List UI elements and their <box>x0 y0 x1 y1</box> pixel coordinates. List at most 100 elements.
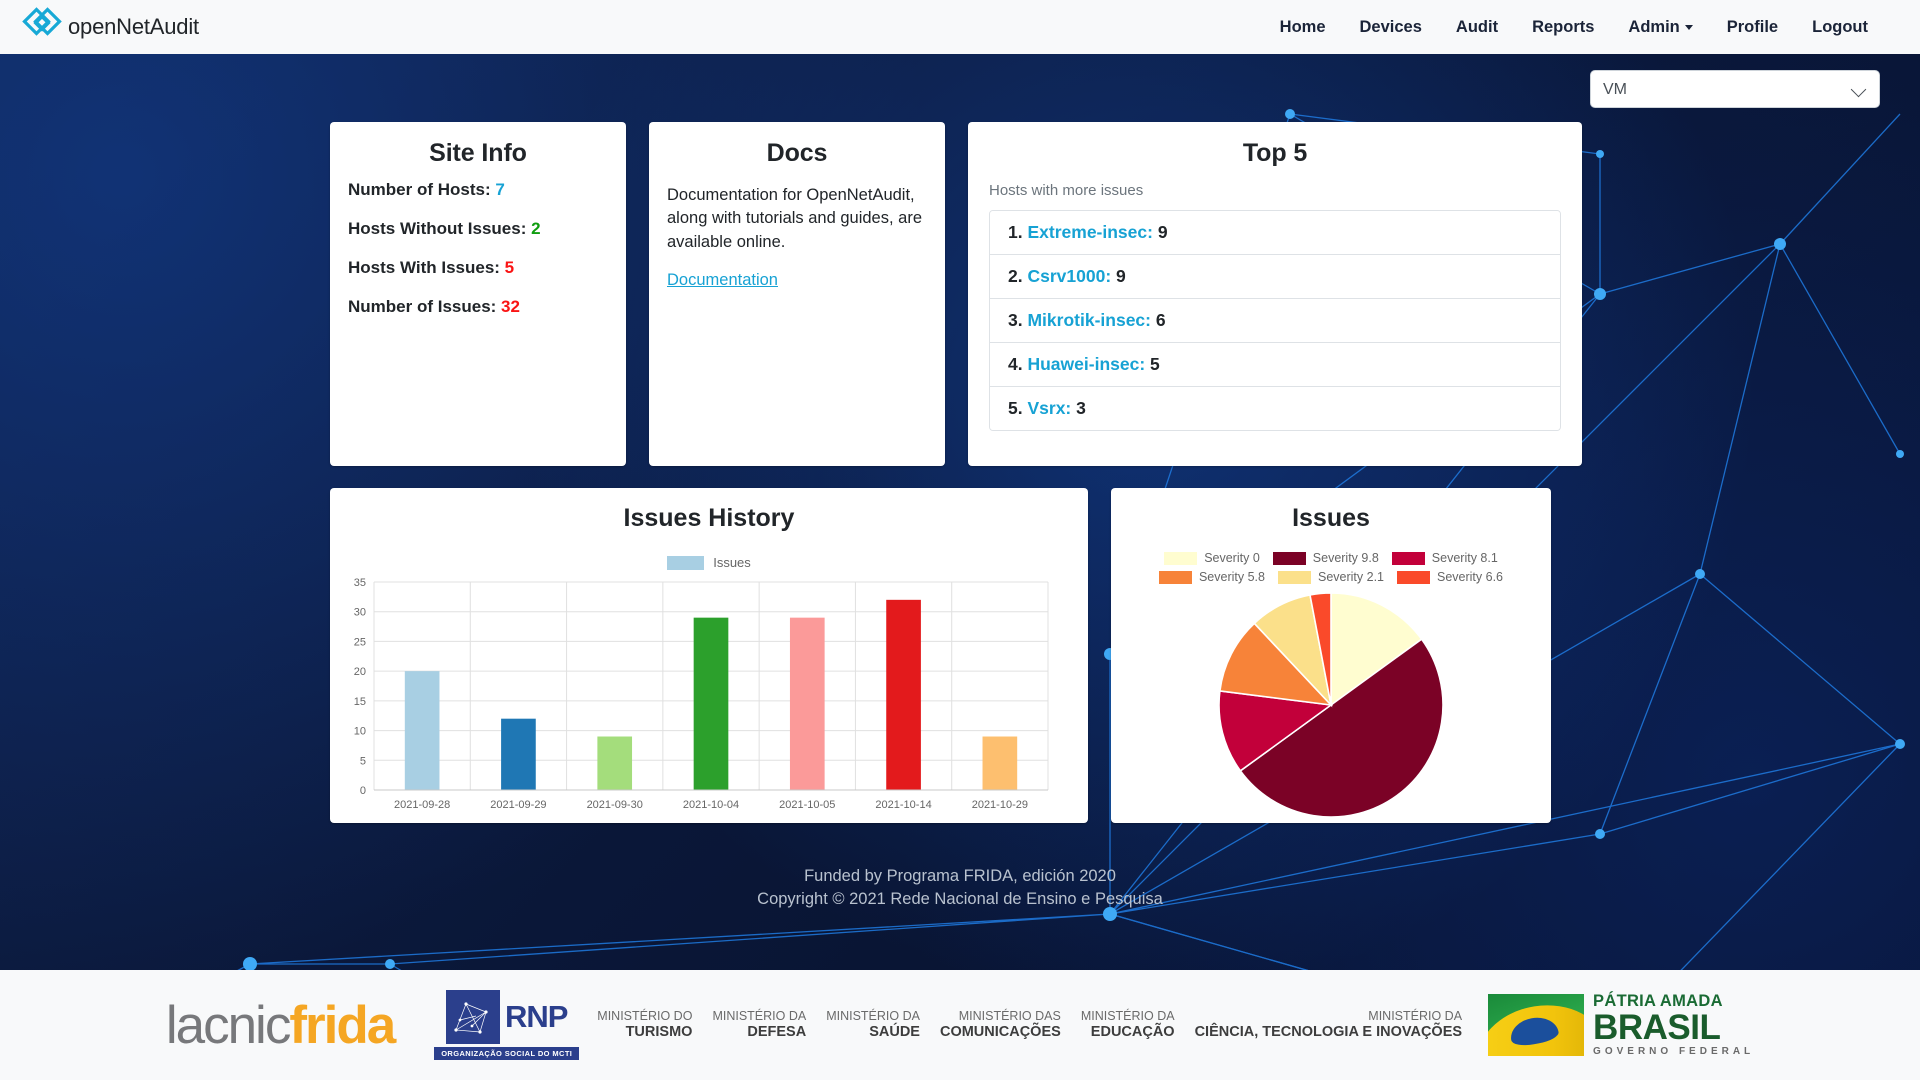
lacnic-wordmark: lacnic <box>165 995 292 1055</box>
svg-text:5: 5 <box>360 755 366 767</box>
issues-pie-title: Issues <box>1292 504 1370 532</box>
top5-list: 1. Extreme-insec: 9 2. Csrv1000: 9 3. Mi… <box>989 210 1561 431</box>
issues-pie-chart[interactable] <box>1216 590 1446 820</box>
bar[interactable] <box>789 617 825 790</box>
site-info-value-hosts-with-issues: 5 <box>504 258 515 277</box>
nav-link-logout[interactable]: Logout <box>1812 18 1868 37</box>
footer-logo-bar: lacnicfrida RNP ORGANIZAÇÃO SOCIAL DO MC… <box>0 970 1920 1080</box>
ministry-line1: MINISTÉRIO DA <box>712 1009 807 1024</box>
site-info-label-hosts-without-issues: Hosts Without Issues: <box>348 219 527 238</box>
list-item[interactable]: 4. Huawei-insec: 5 <box>990 343 1560 387</box>
ministry-line2: DEFESA <box>747 1023 807 1040</box>
nav-link-profile[interactable]: Profile <box>1727 18 1778 37</box>
svg-text:25: 25 <box>354 636 366 648</box>
footer-copyright-line: Copyright © 2021 Rede Nacional de Ensino… <box>757 889 1163 908</box>
legend-label: Severity 8.1 <box>1431 551 1498 565</box>
svg-text:15: 15 <box>354 696 366 708</box>
ministry-line1: MINISTÉRIO DA <box>826 1009 920 1024</box>
legend-item-severity-58: Severity 5.8 <box>1158 570 1265 584</box>
ministry-educacao: MINISTÉRIO DA EDUCAÇÃO <box>1081 1009 1175 1041</box>
top5-host-link[interactable]: Huawei-insec: <box>1027 354 1145 374</box>
site-info-value-hosts-without-issues: 2 <box>531 219 541 238</box>
top-navbar: openNetAudit Home Devices Audit Reports … <box>0 0 1920 54</box>
svg-text:2021-09-30: 2021-09-30 <box>587 799 643 811</box>
cards-row-bottom: Issues History Issues 0 5 10 15 20 25 30 35 2021… <box>330 488 1590 823</box>
list-item[interactable]: 1. Extreme-insec: 9 <box>990 211 1560 255</box>
site-info-value-hosts: 7 <box>495 180 505 199</box>
brazil-flag-icon <box>1488 994 1585 1056</box>
legend-label: Severity 0 <box>1204 551 1260 565</box>
card-issues-pie: Issues Severity 0 Severity 9.8 Severity … <box>1111 488 1551 823</box>
brasil-line3: GOVERNO FEDERAL <box>1593 1046 1755 1058</box>
legend-swatch <box>1272 551 1306 565</box>
ministry-line1: MINISTÉRIO DA <box>1080 1009 1175 1024</box>
site-info-value-issues: 32 <box>501 297 520 316</box>
issues-history-title: Issues History <box>623 504 795 532</box>
svg-text:2021-10-14: 2021-10-14 <box>875 799 931 811</box>
nav-link-reports[interactable]: Reports <box>1532 18 1594 37</box>
docs-body-text: Documentation for OpenNetAudit, along wi… <box>667 186 922 251</box>
svg-text:2021-10-04: 2021-10-04 <box>683 799 739 811</box>
top5-rank: 1. <box>1008 222 1023 242</box>
page-background: VM Site Info Number of Hosts: 7 Hosts Wi… <box>0 54 1920 1080</box>
svg-text:35: 35 <box>354 577 366 589</box>
rnp-logo: RNP ORGANIZAÇÃO SOCIAL DO MCTI <box>434 990 580 1060</box>
site-info-row-hosts-with-issues: Hosts With Issues: 5 <box>330 258 626 278</box>
ministry-turismo: MINISTÉRIO DO TURISMO <box>597 1009 692 1041</box>
top5-subtitle: Hosts with more issues <box>989 182 1144 199</box>
list-item[interactable]: 5. Vsrx: 3 <box>990 387 1560 430</box>
card-site-info: Site Info Number of Hosts: 7 Hosts Witho… <box>330 122 626 466</box>
card-issues-history: Issues History Issues 0 5 10 15 20 25 30 35 2021… <box>330 488 1088 823</box>
top5-host-link[interactable]: Extreme-insec: <box>1027 222 1152 242</box>
list-item[interactable]: 3. Mikrotik-insec: 6 <box>990 299 1560 343</box>
ministry-line1: MINISTÉRIO DAS <box>958 1009 1061 1024</box>
nav-link-home[interactable]: Home <box>1280 18 1326 37</box>
cards-row-top: Site Info Number of Hosts: 7 Hosts Witho… <box>330 122 1590 466</box>
rnp-network-icon <box>446 990 500 1044</box>
bar-chart-plot-area: 0 5 10 15 20 25 30 35 2021-09-28 2021-09-29 2021-0… <box>330 574 1088 829</box>
card-docs: Docs Documentation for OpenNetAudit, alo… <box>649 122 945 466</box>
nav-link-admin-label: Admin <box>1628 17 1680 36</box>
top5-count: 3 <box>1076 398 1086 418</box>
bar[interactable] <box>501 718 536 790</box>
lacnic-frida-logo: lacnicfrida <box>165 995 396 1056</box>
card-top5: Top 5 Hosts with more issues 1. Extreme-… <box>968 122 1582 466</box>
list-item[interactable]: 2. Csrv1000: 9 <box>990 255 1560 299</box>
rnp-logo-top: RNP <box>446 990 568 1044</box>
legend-swatch <box>1164 551 1198 565</box>
documentation-link[interactable]: Documentation <box>667 271 778 290</box>
rnp-subtitle: ORGANIZAÇÃO SOCIAL DO MCTI <box>434 1047 580 1060</box>
brasil-line2: BRASIL <box>1593 1008 1721 1048</box>
patria-amada-brasil-logo: PÁTRIA AMADA BRASIL GOVERNO FEDERAL <box>1488 993 1754 1058</box>
bar-chart-legend: Issues <box>330 555 1088 570</box>
legend-swatch <box>1391 551 1425 565</box>
ministry-line2: SAÚDE <box>869 1023 920 1040</box>
nav-link-devices[interactable]: Devices <box>1360 18 1422 37</box>
svg-text:2021-09-28: 2021-09-28 <box>394 799 450 811</box>
site-select-wrapper: VM <box>1590 70 1880 108</box>
ministry-line2: TURISMO <box>625 1023 693 1040</box>
legend-label: Severity 6.6 <box>1437 570 1504 584</box>
top5-count: 9 <box>1116 266 1126 286</box>
ministry-defesa: MINISTÉRIO DA DEFESA <box>712 1009 806 1041</box>
issues-history-bar-chart[interactable]: 0 5 10 15 20 25 30 35 2021-09-28 2021-09-29 2021-0… <box>330 574 1060 824</box>
site-select[interactable]: VM <box>1590 70 1880 108</box>
top5-host-link[interactable]: Mikrotik-insec: <box>1027 310 1151 330</box>
bar[interactable] <box>597 736 633 790</box>
site-info-row-hosts-without-issues: Hosts Without Issues: 2 <box>330 219 626 239</box>
bar[interactable] <box>693 617 729 790</box>
svg-text:20: 20 <box>354 666 366 678</box>
top5-host-link[interactable]: Vsrx: <box>1027 398 1071 418</box>
footer-text: Funded by Programa FRIDA, edición 2020 C… <box>0 865 1920 910</box>
brand-logo-link[interactable]: openNetAudit <box>22 7 199 47</box>
dashboard-content: Site Info Number of Hosts: 7 Hosts Witho… <box>0 54 1920 823</box>
top5-host-link[interactable]: Csrv1000: <box>1027 266 1111 286</box>
nav-link-admin[interactable]: Admin <box>1628 17 1693 37</box>
bar[interactable] <box>404 671 440 790</box>
svg-text:30: 30 <box>354 607 366 619</box>
nav-link-audit[interactable]: Audit <box>1456 18 1498 37</box>
legend-item-severity-81: Severity 8.1 <box>1391 551 1498 565</box>
bar[interactable] <box>982 736 1018 790</box>
legend-label: Severity 9.8 <box>1312 551 1379 565</box>
bar[interactable] <box>886 599 921 790</box>
